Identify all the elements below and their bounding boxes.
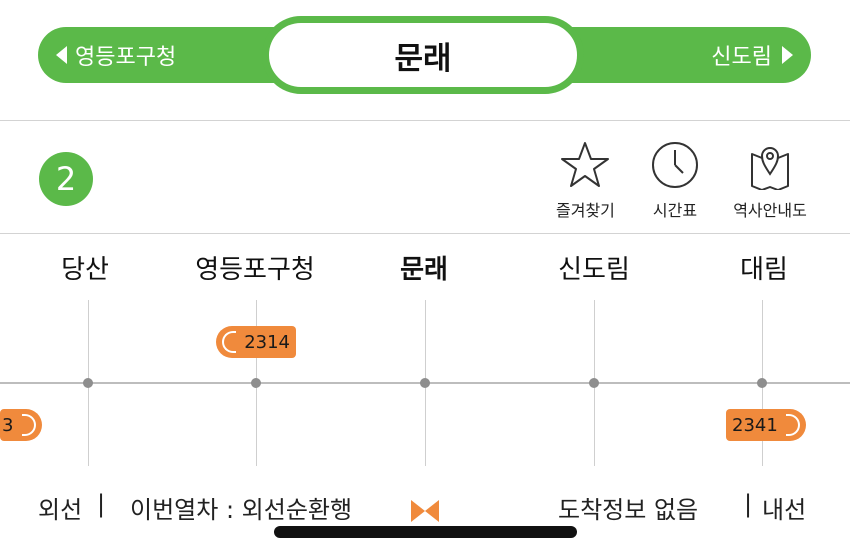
- clock-icon: [652, 142, 698, 188]
- favorite-label: 즐겨찾기: [556, 201, 615, 220]
- line-badge: 2: [39, 152, 93, 206]
- station-dot: [589, 378, 599, 388]
- divider: [0, 120, 850, 121]
- station-label-current[interactable]: 문래: [400, 249, 448, 286]
- chevron-right-icon: [782, 46, 793, 64]
- current-station-title: 문래: [262, 16, 584, 94]
- arrival-info-text: 도착정보 없음: [558, 496, 699, 524]
- separator: |: [744, 490, 753, 518]
- home-indicator[interactable]: [274, 526, 577, 538]
- star-icon: [561, 142, 610, 187]
- train-track: 당산 영등포구청 문래 신도림 대림 2314 2341 3: [0, 234, 850, 466]
- chevron-left-icon: [56, 46, 67, 64]
- prev-station-button[interactable]: 영등포구청: [56, 27, 176, 83]
- outer-direction-label[interactable]: 외선: [38, 490, 82, 525]
- station-label[interactable]: 대림: [740, 249, 788, 286]
- inner-direction-label[interactable]: 내선: [762, 490, 806, 525]
- timetable-label: 시간표: [652, 201, 698, 220]
- favorite-button[interactable]: 즐겨찾기: [556, 140, 615, 221]
- station-label[interactable]: 영등포구청: [195, 249, 315, 286]
- train-marker[interactable]: 3: [0, 409, 42, 441]
- station-dot: [83, 378, 93, 388]
- prev-station-label: 영등포구청: [75, 45, 177, 70]
- station-label[interactable]: 당산: [61, 249, 109, 286]
- station-dot: [757, 378, 767, 388]
- train-front-icon: [22, 414, 36, 436]
- bowtie-icon: [411, 500, 439, 522]
- station-map-label: 역사안내도: [733, 201, 807, 220]
- train-front-icon: [222, 331, 236, 353]
- station-label[interactable]: 신도림: [558, 249, 630, 286]
- train-number: 2314: [244, 331, 290, 353]
- train-marker[interactable]: 2314: [216, 326, 296, 358]
- train-front-icon: [786, 414, 800, 436]
- station-map-button[interactable]: 역사안내도: [727, 140, 813, 221]
- train-number: 3: [2, 414, 14, 436]
- timetable-button[interactable]: 시간표: [649, 140, 701, 221]
- train-marker[interactable]: 2341: [726, 409, 806, 441]
- station-dot: [251, 378, 261, 388]
- station-dot: [420, 378, 430, 388]
- next-station-label: 신도림: [711, 45, 772, 70]
- station-header: 영등포구청 신도림 문래: [0, 0, 850, 120]
- train-number: 2341: [732, 414, 778, 436]
- next-train-text: 이번열차 : 외선순환행: [130, 496, 353, 524]
- next-station-button[interactable]: 신도림: [711, 27, 793, 83]
- map-pin-icon: [751, 147, 789, 190]
- separator: |: [97, 490, 106, 518]
